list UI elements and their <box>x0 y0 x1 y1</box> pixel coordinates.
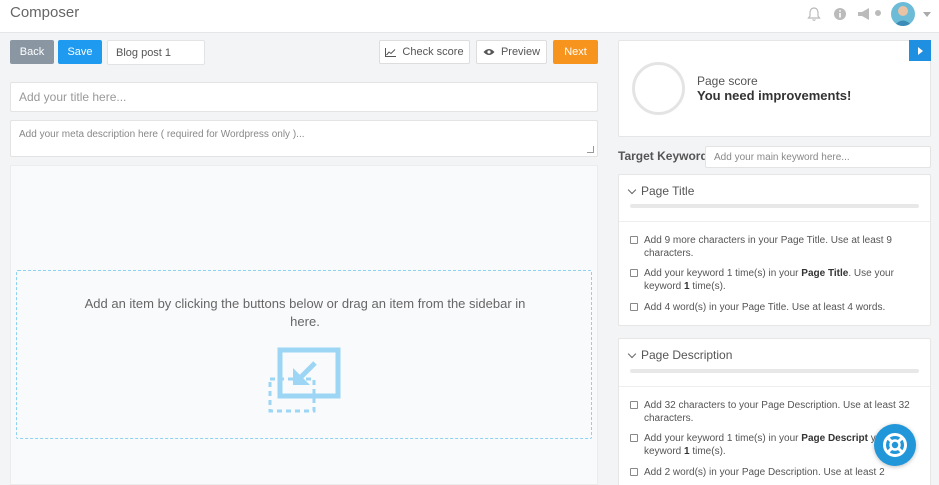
page-score-card: Page score You need improvements! <box>618 40 931 137</box>
divider <box>619 386 930 387</box>
check-item[interactable]: Add 2 word(s) in your Page Description. … <box>630 466 920 479</box>
bell-icon[interactable] <box>805 5 823 23</box>
score-ring <box>632 62 685 115</box>
drop-item-icon <box>267 347 343 416</box>
collapse-panel-button[interactable] <box>909 40 931 61</box>
help-button[interactable] <box>874 424 916 466</box>
lifebuoy-icon <box>883 433 907 457</box>
meta-placeholder: Add your meta description here ( require… <box>19 129 305 140</box>
post-name-input[interactable]: Blog post 1 <box>107 40 205 65</box>
check-item[interactable]: Add 4 word(s) in your Page Title. Use at… <box>630 301 920 314</box>
dropzone[interactable]: Add an item by clicking the buttons belo… <box>16 270 592 439</box>
target-keyword-label: Target Keyword <box>618 149 708 163</box>
checkbox[interactable] <box>630 401 638 409</box>
page-description-toggle[interactable]: Page Description <box>627 348 733 362</box>
checkbox[interactable] <box>630 303 638 311</box>
eye-icon <box>483 49 495 55</box>
checkbox[interactable] <box>630 269 638 277</box>
chart-icon <box>385 47 397 57</box>
top-icons <box>805 2 931 26</box>
dropzone-text: Add an item by clicking the buttons belo… <box>84 296 526 329</box>
chevron-down-icon <box>627 349 637 358</box>
check-score-label: Check score <box>402 46 464 58</box>
keyword-input[interactable]: Add your main keyword here... <box>705 146 931 168</box>
check-item[interactable]: Add 9 more characters in your Page Title… <box>630 234 920 260</box>
page-title-section: Page Title Add 9 more characters in your… <box>618 174 931 326</box>
back-button[interactable]: Back <box>10 40 54 64</box>
check-item[interactable]: Add your keyword 1 time(s) in your Page … <box>630 267 920 293</box>
avatar[interactable] <box>891 2 915 26</box>
app-title: Composer <box>10 4 80 21</box>
next-button[interactable]: Next <box>553 40 598 64</box>
chevron-right-icon <box>917 46 923 55</box>
score-status: You need improvements! <box>697 88 852 103</box>
page-title-toggle[interactable]: Page Title <box>627 184 695 198</box>
section-title: Page Title <box>641 184 695 198</box>
divider <box>619 221 930 222</box>
checkbox[interactable] <box>630 236 638 244</box>
progress-bar <box>630 369 919 373</box>
check-score-button[interactable]: Check score <box>379 40 470 64</box>
preview-button[interactable]: Preview <box>476 40 547 64</box>
progress-bar <box>630 204 919 208</box>
preview-label: Preview <box>500 46 541 58</box>
info-icon[interactable] <box>831 5 849 23</box>
megaphone-icon[interactable] <box>857 5 883 23</box>
score-label: Page score <box>697 74 758 88</box>
check-item[interactable]: Add 32 characters to your Page Descripti… <box>630 399 920 425</box>
title-input[interactable]: Add your title here... <box>10 82 598 112</box>
meta-description-textarea[interactable]: Add your meta description here ( require… <box>10 120 598 157</box>
resize-handle[interactable] <box>587 146 594 153</box>
top-bar: Composer <box>0 0 939 33</box>
chevron-down-icon <box>627 185 637 194</box>
chevron-down-icon[interactable] <box>923 11 931 17</box>
checkbox[interactable] <box>630 434 638 442</box>
checkbox[interactable] <box>630 468 638 476</box>
save-button[interactable]: Save <box>58 40 102 64</box>
section-title: Page Description <box>641 348 733 362</box>
